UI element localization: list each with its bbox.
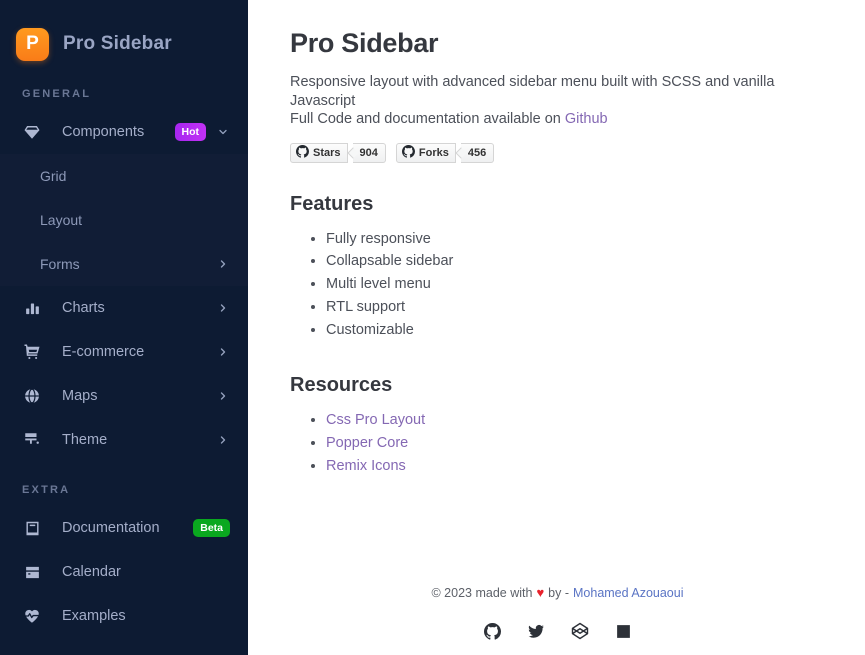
sidebar-item-grid[interactable]: Grid (0, 154, 248, 198)
list-item: Popper Core (326, 434, 825, 453)
chevron-right-icon[interactable] (216, 258, 230, 270)
paint-brush-icon (22, 430, 42, 450)
sidebar-item-label: Calendar (62, 564, 121, 580)
sidebar-item-label: Forms (40, 256, 80, 272)
sidebar-item-examples[interactable]: Examples (0, 594, 248, 638)
heart-pulse-icon (22, 606, 42, 626)
sidebar-item-label: Grid (40, 168, 67, 184)
heart-icon: ♥ (536, 585, 545, 600)
sidebar-header[interactable]: P Pro Sidebar (0, 0, 248, 66)
sidebar-item-forms[interactable]: Forms (0, 242, 248, 286)
list-item: Fully responsive (326, 230, 825, 249)
sidebar-item-documentation[interactable]: Documentation Beta (0, 506, 248, 550)
sidebar-item-maps[interactable]: Maps (0, 374, 248, 418)
github-forks-left: Forks (395, 142, 456, 163)
brand-logo-icon: P (16, 27, 49, 61)
footer-credit: © 2023 made with ♥ by - Mohamed Azouaoui (432, 585, 684, 600)
description-line-1: Responsive layout with advanced sidebar … (290, 74, 775, 90)
github-badges-row: Stars 904 Forks 456 (290, 142, 825, 163)
nav-section-title-extra: EXTRA (22, 484, 71, 496)
brand-name: Pro Sidebar (63, 33, 172, 54)
footer-author-link[interactable]: Mohamed Azouaoui (573, 586, 684, 600)
page-title: Pro Sidebar (290, 28, 439, 58)
github-stars-badge[interactable]: Stars 904 (290, 142, 386, 163)
bar-chart-icon (22, 298, 42, 318)
sidebar-item-label: Documentation (62, 520, 160, 536)
list-item: Customizable (326, 321, 825, 340)
chevron-down-icon[interactable] (216, 126, 230, 138)
github-forks-count: 456 (460, 142, 495, 163)
sidebar-item-components[interactable]: Components Hot (0, 110, 248, 154)
book-icon (22, 518, 42, 538)
resource-link-popper-core[interactable]: Popper Core (326, 435, 408, 451)
sidebar-item-label: Components (62, 124, 145, 140)
linkedin-icon[interactable] (615, 623, 632, 645)
github-stars-label: Stars (313, 146, 341, 159)
github-stars-left: Stars (290, 142, 348, 163)
list-item: Css Pro Layout (326, 411, 825, 430)
app-root: P Pro Sidebar GENERAL Components Hot Gri… (0, 0, 865, 655)
page-description: Responsive layout with advanced sidebar … (290, 73, 780, 129)
codepen-icon[interactable] (571, 622, 589, 645)
twitter-icon[interactable] (527, 622, 545, 645)
logo-letter: P (26, 33, 39, 54)
chevron-right-icon[interactable] (216, 390, 230, 402)
features-list: Fully responsive Collapsable sidebar Mul… (290, 230, 825, 344)
github-stars-count: 904 (352, 142, 386, 163)
sidebar-item-label: Examples (62, 608, 126, 624)
footer-by: by - (548, 585, 569, 600)
github-forks-label: Forks (418, 146, 449, 159)
sidebar-item-theme[interactable]: Theme (0, 418, 248, 462)
calendar-icon (22, 562, 42, 582)
chevron-right-icon[interactable] (216, 434, 230, 446)
list-item: Remix Icons (326, 457, 825, 476)
resource-link-css-pro-layout[interactable]: Css Pro Layout (326, 412, 425, 428)
sidebar-item-label: Theme (62, 432, 108, 448)
resources-title: Resources (290, 373, 393, 396)
list-item: Collapsable sidebar (326, 252, 825, 271)
chevron-right-icon[interactable] (216, 302, 230, 314)
social-links (483, 622, 632, 645)
sidebar-item-ecommerce[interactable]: E-commerce (0, 330, 248, 374)
description-line-2: Javascript (290, 92, 356, 109)
sidebar-item-label: Charts (62, 300, 105, 316)
status-badge-beta: Beta (193, 518, 230, 538)
globe-icon (22, 386, 42, 406)
main-content: Pro Sidebar Responsive layout with advan… (248, 0, 865, 655)
description-line-3: Full Code and documentation available on… (290, 110, 780, 129)
resource-link-remix-icons[interactable]: Remix Icons (326, 458, 406, 474)
sidebar-item-layout[interactable]: Layout (0, 198, 248, 242)
sidebar-item-label: E-commerce (62, 344, 145, 360)
list-item: RTL support (326, 298, 825, 317)
chevron-right-icon[interactable] (216, 346, 230, 358)
footer: © 2023 made with ♥ by - Mohamed Azouaoui (290, 585, 825, 655)
footer-copyright: © 2023 made with (431, 585, 533, 600)
github-link[interactable]: Github (565, 111, 608, 127)
github-icon (296, 144, 309, 161)
sidebar-item-label: Layout (40, 212, 83, 228)
github-icon[interactable] (483, 622, 501, 645)
github-forks-badge[interactable]: Forks 456 (395, 142, 495, 163)
sidebar-item-label: Maps (62, 388, 98, 404)
status-badge-hot: Hot (174, 122, 206, 142)
submenu-components: Grid Layout Forms (0, 154, 248, 286)
nav-section-title-general: GENERAL (22, 88, 92, 100)
features-title: Features (290, 192, 374, 215)
github-icon (401, 144, 415, 161)
resources-list: Css Pro Layout Popper Core Remix Icons (290, 411, 825, 480)
shopping-cart-icon (22, 342, 42, 362)
sidebar: P Pro Sidebar GENERAL Components Hot Gri… (0, 0, 248, 655)
list-item: Multi level menu (326, 275, 825, 294)
sidebar-item-calendar[interactable]: Calendar (0, 550, 248, 594)
sidebar-item-charts[interactable]: Charts (0, 286, 248, 330)
gem-icon (22, 122, 42, 142)
description-line-3-prefix: Full Code and documentation available on (290, 111, 565, 128)
